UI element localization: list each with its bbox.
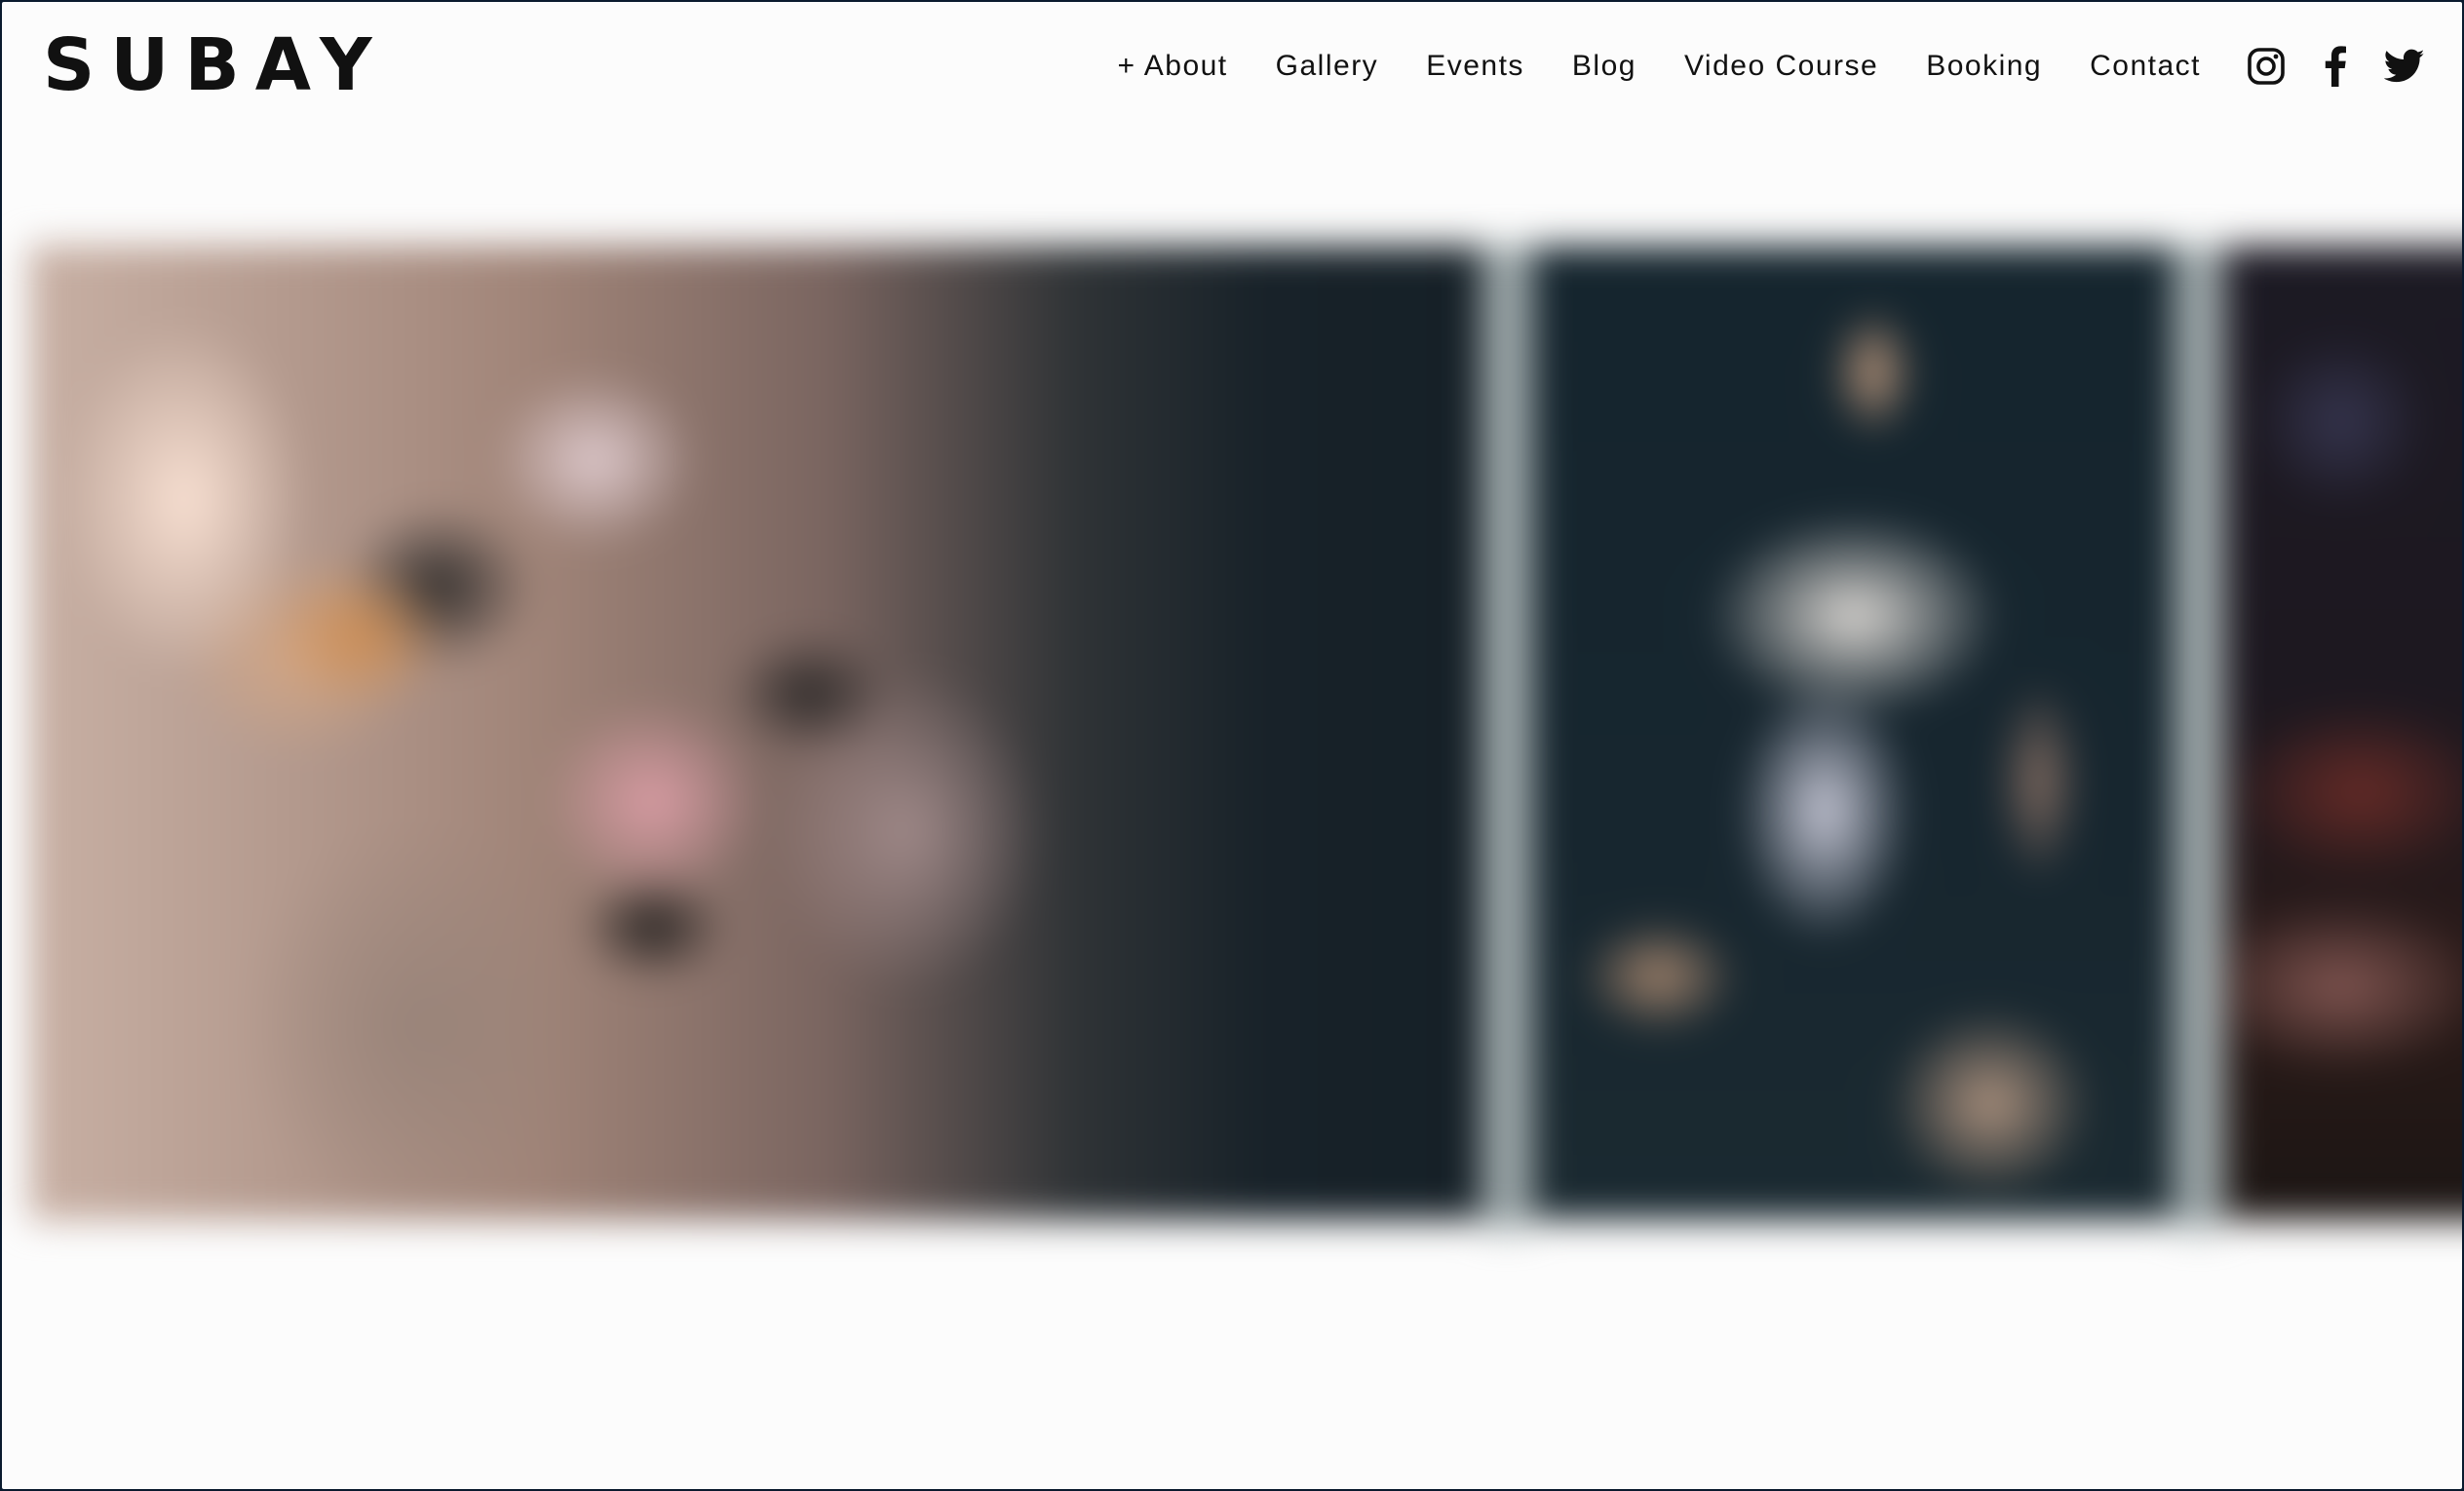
nav-booking[interactable]: Booking [1926, 50, 2042, 83]
gallery-photo-1[interactable] [29, 246, 1482, 1220]
nav-gallery[interactable]: Gallery [1276, 50, 1379, 83]
browser-window: SUBAY + About Gallery Events Blog Video … [2, 2, 2462, 1489]
gallery-carousel[interactable] [2, 221, 2462, 1235]
gallery-photo-3[interactable] [2224, 246, 2462, 1220]
gallery-separator [2175, 246, 2222, 1230]
nav-video-course[interactable]: Video Course [1684, 50, 1878, 83]
nav-about[interactable]: + About [1118, 50, 1228, 83]
instagram-icon[interactable] [2246, 46, 2287, 87]
social-links [2246, 46, 2425, 87]
site-header: SUBAY + About Gallery Events Blog Video … [2, 2, 2462, 129]
gallery-photo-2[interactable] [1532, 246, 2174, 1220]
gallery-separator [1483, 246, 1530, 1230]
nav-contact[interactable]: Contact [2090, 50, 2201, 83]
nav-events[interactable]: Events [1426, 50, 1524, 83]
main-nav: + About Gallery Events Blog Video Course… [1118, 39, 2425, 94]
site-logo[interactable]: SUBAY [43, 21, 388, 109]
twitter-icon[interactable] [2384, 46, 2425, 87]
facebook-icon[interactable] [2315, 46, 2356, 87]
nav-blog[interactable]: Blog [1572, 50, 1636, 83]
